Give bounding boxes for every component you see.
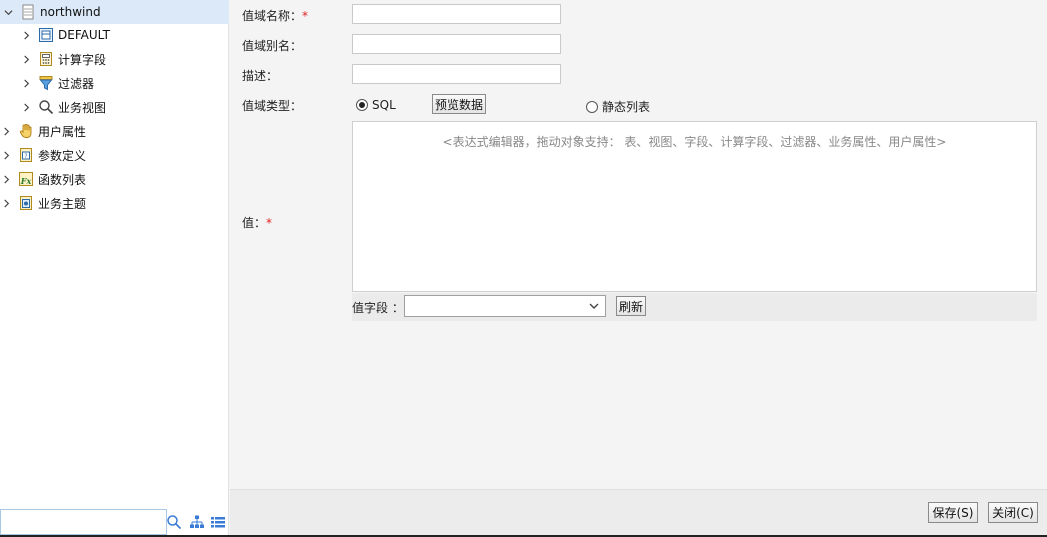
database-icon xyxy=(20,4,36,20)
chevron-down-icon[interactable] xyxy=(2,6,14,18)
tree-item-label: 用户属性 xyxy=(38,124,87,139)
tree-item-label: 参数定义 xyxy=(38,148,87,163)
expression-editor[interactable]: <表达式编辑器，拖动对象支持： 表、视图、字段、计算字段、过滤器、业务属性、用户… xyxy=(352,121,1037,292)
value-field-label: 值字段 ： xyxy=(352,301,404,315)
refresh-button[interactable]: 刷新 xyxy=(616,296,646,316)
required-marker: * xyxy=(302,9,309,23)
tree-view-icon[interactable] xyxy=(188,513,206,531)
chevron-right-icon[interactable] xyxy=(0,173,12,185)
editor-placeholder: <表达式编辑器，拖动对象支持： 表、视图、字段、计算字段、过滤器、业务属性、用户… xyxy=(442,135,947,149)
alias-input[interactable] xyxy=(352,34,561,54)
tree-item-functions[interactable]: Fx 函数列表 xyxy=(0,167,86,191)
chevron-right-icon[interactable] xyxy=(20,101,32,113)
value-field-select[interactable] xyxy=(404,295,606,317)
required-marker: * xyxy=(266,216,273,230)
alias-label: 值域别名： xyxy=(242,39,303,53)
chevron-down-icon[interactable] xyxy=(588,300,600,312)
tree-item-label: 计算字段 xyxy=(58,52,107,67)
chevron-right-icon[interactable] xyxy=(20,29,32,41)
schema-icon xyxy=(38,27,54,43)
tree-item-label: 函数列表 xyxy=(38,172,87,187)
name-label-text: 值域名称： xyxy=(242,9,303,23)
tree-item-parameters[interactable]: ? 参数定义 xyxy=(0,143,86,167)
tree-item-calculated-fields[interactable]: 计算字段 xyxy=(20,47,106,71)
tree-item-northwind[interactable]: northwind xyxy=(0,0,229,24)
name-label: 值域名称：* xyxy=(242,7,308,24)
tree-item-label: 业务主题 xyxy=(38,196,87,211)
save-button[interactable]: 保存(S) xyxy=(928,502,978,523)
type-sql-label: SQL xyxy=(372,98,396,112)
type-label: 值域类型： xyxy=(242,99,303,113)
tree-item-filters[interactable]: 过滤器 xyxy=(20,71,94,95)
calculated-field-icon xyxy=(38,51,54,67)
radio-selected-icon[interactable] xyxy=(356,99,368,111)
tree-search-input[interactable] xyxy=(0,509,167,535)
business-theme-icon xyxy=(18,195,34,211)
tree-item-business-views[interactable]: 业务视图 xyxy=(20,95,106,119)
radio-unselected-icon[interactable] xyxy=(586,100,598,113)
search-icon[interactable] xyxy=(165,513,183,531)
type-static-list-radio[interactable]: 静态列表 xyxy=(586,98,650,115)
tree-item-label: northwind xyxy=(40,5,101,19)
filter-icon xyxy=(38,75,54,91)
value-label-text: 值： xyxy=(242,216,267,230)
chevron-right-icon[interactable] xyxy=(0,197,12,209)
chevron-right-icon[interactable] xyxy=(0,149,12,161)
tree-item-user-attributes[interactable]: 用户属性 xyxy=(0,119,86,143)
description-label: 描述： xyxy=(242,69,279,83)
svg-text:?: ? xyxy=(24,153,27,160)
hand-icon xyxy=(18,123,34,139)
tree-item-label: 过滤器 xyxy=(58,76,95,91)
tree-item-default[interactable]: DEFAULT xyxy=(20,23,110,47)
magnifier-icon xyxy=(38,99,54,115)
function-icon: Fx xyxy=(18,171,34,187)
tree-search-bar xyxy=(0,503,229,537)
left-tree-panel: northwind DEFAULT 计算字段 过滤器 业务视图 用户属性 ? 参… xyxy=(0,0,229,537)
type-sql-radio[interactable]: SQL xyxy=(356,98,396,112)
chevron-right-icon[interactable] xyxy=(20,77,32,89)
parameter-icon: ? xyxy=(18,147,34,163)
value-domain-form: 值域名称：* 值域别名： 描述： 值域类型： SQL 预览数据 静态列表 值：*… xyxy=(230,0,1047,537)
tree-item-label: DEFAULT xyxy=(58,28,110,42)
list-view-icon[interactable] xyxy=(209,513,227,531)
tree-item-business-themes[interactable]: 业务主题 xyxy=(0,191,86,215)
close-button[interactable]: 关闭(C) xyxy=(988,502,1038,523)
value-label: 值：* xyxy=(242,214,272,231)
svg-text:Fx: Fx xyxy=(20,176,32,186)
preview-data-button[interactable]: 预览数据 xyxy=(432,94,486,114)
tree-item-label: 业务视图 xyxy=(58,100,107,115)
chevron-right-icon[interactable] xyxy=(20,53,32,65)
type-static-label: 静态列表 xyxy=(602,100,651,114)
name-input[interactable] xyxy=(352,4,561,24)
description-input[interactable] xyxy=(352,64,561,84)
dialog-footer: 保存(S) 关闭(C) xyxy=(230,489,1047,537)
chevron-right-icon[interactable] xyxy=(0,125,12,137)
